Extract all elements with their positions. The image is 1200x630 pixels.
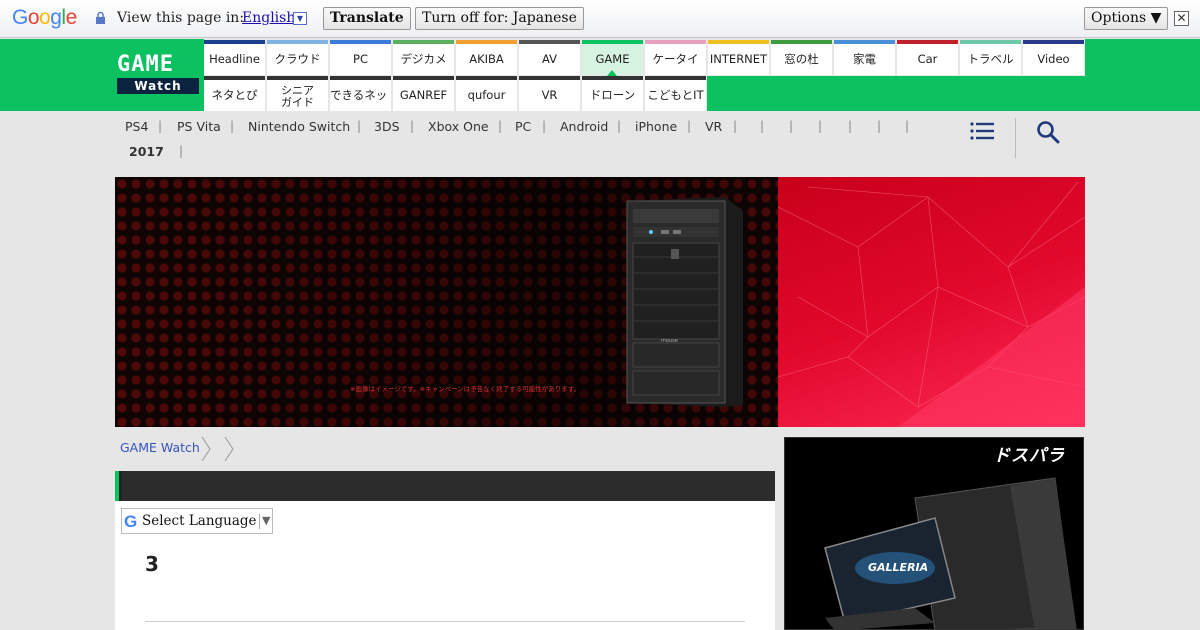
nav-item[interactable]: Car (897, 40, 958, 75)
chevron-down-icon: ▼ (262, 514, 271, 527)
nav-item[interactable]: PC (330, 40, 391, 75)
subnav-separator: | (877, 119, 882, 133)
ad-banner[interactable]: mouse ※画像はイメージです。※キャンペーンは予告なく終了する可能性がありま… (115, 177, 1085, 427)
banner-red-panel (777, 177, 1085, 427)
nav-item[interactable]: こどもとIT (645, 76, 706, 111)
breadcrumb-home[interactable]: GAME Watch (120, 440, 200, 455)
translate-bar: Google View this page in: English ▼ Tran… (0, 0, 1200, 38)
subnav-separator: | (818, 119, 823, 133)
subnav-item[interactable]: PS4 (125, 119, 148, 134)
subnav-separator: | (230, 119, 235, 133)
nav-item[interactable]: Video (1023, 40, 1084, 75)
nav-item[interactable]: 家電 (834, 40, 895, 75)
subnav-item[interactable]: Xbox One (428, 119, 489, 134)
subnav-item[interactable]: Nintendo Switch (248, 119, 350, 134)
subnav-item[interactable]: iPhone (635, 119, 677, 134)
subnav-separator: | (357, 119, 362, 133)
language-link[interactable]: English (242, 10, 295, 26)
select-language-dropdown[interactable]: G Select Language ▼ (121, 508, 273, 534)
article-title-bar (115, 471, 775, 501)
subnav-separator: | (789, 119, 794, 133)
google-g-icon: G (124, 512, 138, 531)
select-language-label: Select Language (142, 513, 257, 529)
subnav-separator: | (687, 119, 692, 133)
nav-item[interactable]: INTERNET (708, 40, 769, 75)
article-area: G Select Language ▼ 3 (115, 471, 775, 630)
gaming-pc-image: mouse (626, 197, 743, 407)
nav-filler (707, 76, 1085, 111)
translate-button[interactable]: Translate (323, 7, 411, 30)
nav-item[interactable]: AV (519, 40, 580, 75)
nav-item[interactable]: ケータイ (645, 40, 706, 75)
article-heading: 3 (145, 552, 159, 576)
nav-item[interactable]: AKIBA (456, 40, 517, 75)
subnav-item[interactable]: VR (705, 119, 722, 134)
subnav-item[interactable]: Android (560, 119, 608, 134)
subnav-separator: | (905, 119, 910, 133)
nav-item[interactable]: デジカメ (393, 40, 454, 75)
subnav-separator: | (617, 119, 622, 133)
close-icon[interactable]: ✕ (1174, 11, 1189, 26)
lock-icon (96, 11, 105, 24)
translate-prompt: View this page in: (117, 10, 245, 26)
subnav-item[interactable]: 3DS (374, 119, 400, 134)
subnav-item[interactable]: PS Vita (177, 119, 221, 134)
sidebar-ad[interactable]: ドスパラ GALLERIA (784, 437, 1084, 630)
language-dropdown-icon[interactable]: ▼ (293, 12, 307, 25)
svg-text:GALLERIA: GALLERIA (868, 561, 928, 574)
subnav-separator: | (498, 119, 503, 133)
nav-item[interactable]: シニア ガイド (267, 76, 328, 111)
subnav-separator: | (542, 119, 547, 133)
subnav-year[interactable]: 2017 (129, 144, 164, 159)
network-lines-graphic (777, 181, 1085, 427)
options-button[interactable]: Options ▼ (1084, 7, 1169, 30)
search-icon[interactable] (1036, 120, 1060, 144)
svg-text:mouse: mouse (661, 338, 678, 344)
nav-item[interactable]: GANREF (393, 76, 454, 111)
breadcrumb-chevron-icon (224, 436, 234, 462)
turn-off-button[interactable]: Turn off for: Japanese (415, 7, 584, 30)
subnav-separator: | (179, 144, 184, 158)
select-divider (259, 514, 260, 529)
platform-subnav: PS4 PS Vita Nintendo Switch 3DS Xbox One PC An… (115, 111, 1085, 163)
subnav-separator: | (410, 119, 415, 133)
nav-item[interactable]: トラベル (960, 40, 1021, 75)
subnav-separator: | (760, 119, 765, 133)
header-background-right (1085, 39, 1200, 111)
nav-item[interactable]: VR (519, 76, 580, 111)
google-logo: Google (12, 6, 77, 29)
nav-item[interactable]: qufour (456, 76, 517, 111)
banner-disclaimer: ※画像はイメージです。※キャンペーンは予告なく終了する可能性があります。 (350, 385, 581, 393)
ad-pc-image: GALLERIA (824, 477, 1077, 629)
nav-item[interactable]: ネタとぴ (204, 76, 265, 111)
divider (1015, 118, 1016, 158)
logo-watch-text: Watch (117, 78, 199, 94)
site-logo[interactable]: GAME Watch (117, 54, 201, 96)
nav-item[interactable]: Headline (204, 40, 265, 75)
menu-icon[interactable] (970, 122, 994, 140)
active-nav-indicator (607, 70, 617, 76)
nav-item[interactable]: クラウド (267, 40, 328, 75)
nav-item[interactable]: ドローン (582, 76, 643, 111)
logo-game-text: GAME (117, 52, 174, 77)
subnav-item[interactable]: PC (515, 119, 531, 134)
nav-item[interactable]: できるネット (330, 76, 391, 111)
subnav-separator: | (158, 119, 163, 133)
subnav-separator: | (733, 119, 738, 133)
nav-item[interactable]: 窓の杜 (771, 40, 832, 75)
article-divider (145, 621, 745, 622)
subnav-separator: | (848, 119, 853, 133)
breadcrumb-chevron-icon (201, 436, 211, 462)
